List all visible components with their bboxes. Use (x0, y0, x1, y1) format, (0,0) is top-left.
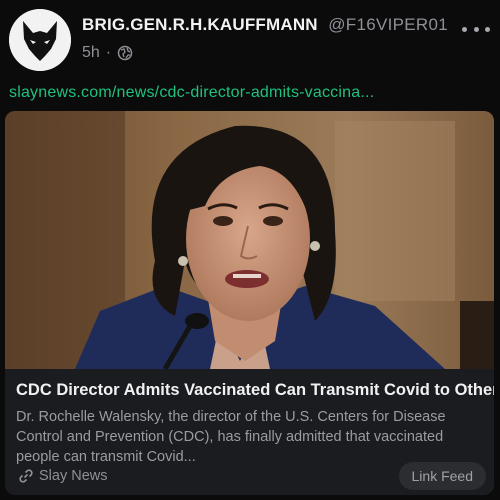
card-description: Dr. Rochelle Walensky, the director of t… (16, 409, 446, 465)
wolf-avatar-icon[interactable] (9, 9, 71, 71)
post-header: BRIG.GEN.R.H.KAUFFMANN @F16VIPER01 5h · (0, 0, 500, 80)
post-link[interactable]: slaynews.com/news/cdc-director-admits-va… (9, 84, 374, 102)
link-feed-button[interactable]: Link Feed (398, 462, 486, 490)
link-icon (18, 468, 34, 484)
more-dot (485, 26, 490, 32)
meta-separator: · (105, 44, 112, 61)
link-preview-card[interactable]: CDC Director Admits Vaccinated Can Trans… (5, 111, 494, 495)
article-image[interactable] (5, 111, 494, 369)
card-title[interactable]: CDC Director Admits Vaccinated Can Trans… (16, 381, 494, 400)
author-handle[interactable]: @F16VIPER01 (328, 15, 448, 34)
more-dot (462, 26, 467, 32)
display-name[interactable]: BRIG.GEN.R.H.KAUFFMANN (82, 15, 318, 34)
globe-icon (117, 45, 133, 61)
source-name: Slay News (39, 468, 108, 484)
post-meta: 5h · (82, 44, 133, 62)
post-time[interactable]: 5h (82, 44, 100, 62)
more-icon[interactable] (462, 22, 490, 36)
source-row[interactable]: Slay News (18, 468, 108, 484)
more-dot (473, 26, 479, 32)
author-line: BRIG.GEN.R.H.KAUFFMANN @F16VIPER01 (82, 15, 448, 35)
